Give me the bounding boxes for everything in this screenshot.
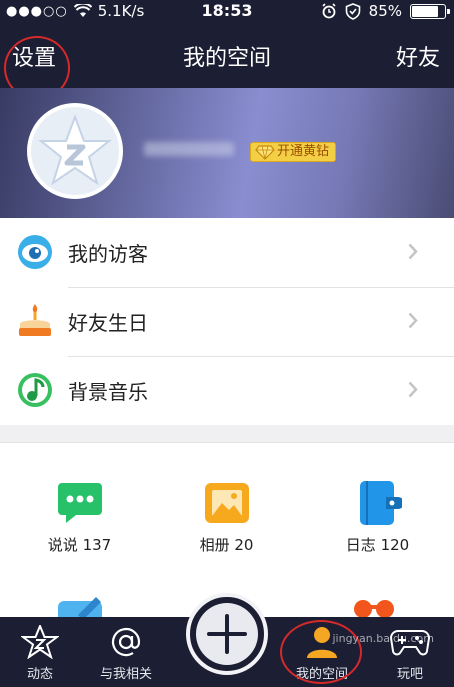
vip-badge[interactable]: 开通黄钻 xyxy=(250,142,337,162)
grid-item-journal[interactable]: 日志 120 xyxy=(302,479,453,554)
visitor-eye-icon xyxy=(18,235,52,269)
journal-icon xyxy=(359,481,402,525)
grid-item-label: 日志 120 xyxy=(345,536,410,554)
shield-icon xyxy=(345,2,360,20)
battery-icon xyxy=(410,3,450,19)
grid-item-moments[interactable]: 说说 137 xyxy=(4,479,155,554)
list-item-music[interactable]: 背景音乐 xyxy=(0,356,454,425)
profile-banner: 开通黄钻 xyxy=(0,88,454,218)
avatar[interactable] xyxy=(27,103,123,199)
music-note-icon xyxy=(18,373,52,407)
photo-album-icon xyxy=(204,483,249,523)
grid-item-label: 说说 137 xyxy=(47,536,112,554)
list-item-birthday[interactable]: 好友生日 xyxy=(0,287,454,356)
tab-label: 动态 xyxy=(26,667,53,682)
chevron-right-icon xyxy=(408,381,418,398)
plus-icon xyxy=(207,614,247,654)
list-item-label: 好友生日 xyxy=(68,311,148,335)
chat-bubble-icon xyxy=(57,483,102,523)
friends-button[interactable]: 好友 xyxy=(396,40,440,72)
feature-list: 我的访客 好友生日 背景音乐 xyxy=(0,218,454,425)
battery-percent: 85% xyxy=(368,2,402,20)
tab-play[interactable]: 玩吧 xyxy=(370,617,450,687)
watermark: jingyan.baidu.com xyxy=(332,632,434,645)
grid-item-album[interactable]: 相册 20 xyxy=(151,479,302,554)
chevron-right-icon xyxy=(408,243,418,260)
grid-item-label: 相册 20 xyxy=(199,536,254,554)
tab-label: 玩吧 xyxy=(396,667,423,682)
list-item-label: 我的访客 xyxy=(68,242,148,266)
chevron-right-icon xyxy=(408,312,418,329)
list-item-label: 背景音乐 xyxy=(68,380,148,404)
top-bar: ●●●○○ 5.1K/s 18:53 85% 设置 我的空间 好友 xyxy=(0,0,454,100)
list-item-visitors[interactable]: 我的访客 xyxy=(0,218,454,287)
my-space-highlight-circle xyxy=(280,620,362,684)
username-blurred xyxy=(144,142,234,156)
tab-label: 与我相关 xyxy=(99,667,152,682)
feed-icon xyxy=(21,625,59,659)
diamond-icon xyxy=(255,145,275,160)
compose-plus-inner xyxy=(196,603,258,665)
tab-mentions[interactable]: 与我相关 xyxy=(86,617,166,687)
compose-plus-button[interactable] xyxy=(186,593,268,675)
tab-feed[interactable]: 动态 xyxy=(0,617,80,687)
at-icon xyxy=(111,627,141,657)
qzone-star-icon xyxy=(38,114,112,186)
alarm-icon xyxy=(322,3,336,19)
battery-fill xyxy=(412,5,439,17)
birthday-cake-icon xyxy=(19,304,51,336)
status-bar: ●●●○○ 5.1K/s 18:53 85% xyxy=(0,0,454,24)
vip-badge-label: 开通黄钻 xyxy=(277,144,330,159)
